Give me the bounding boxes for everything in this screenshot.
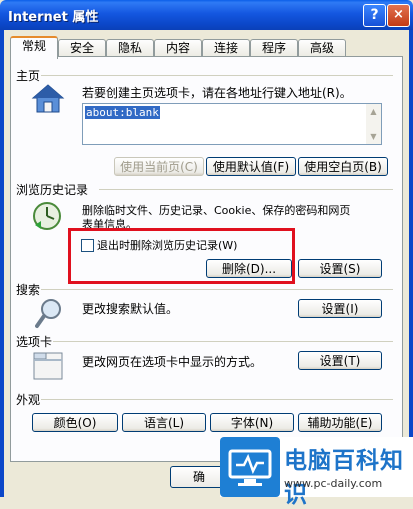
history-clock-icon: [33, 202, 61, 230]
tabs-window-icon: [33, 352, 63, 380]
scroll-up-icon[interactable]: ▲: [368, 106, 379, 117]
tabs-settings-button[interactable]: 设置(T): [298, 351, 382, 370]
history-section-title: 浏览历史记录: [16, 183, 89, 197]
use-blank-button[interactable]: 使用空白页(B): [298, 157, 388, 176]
window-frame-left: [0, 30, 4, 497]
history-settings-button[interactable]: 设置(S): [298, 259, 382, 278]
home-separator: [41, 75, 393, 76]
watermark-name: 电脑百科知识: [284, 448, 404, 508]
colors-button[interactable]: 颜色(O): [32, 413, 118, 432]
home-page-address-box[interactable]: about:blank ▲ ▼: [82, 103, 382, 145]
watermark-url: www.pc-daily.com: [284, 477, 383, 490]
tab-advanced[interactable]: 高级: [298, 39, 346, 57]
search-separator: [41, 289, 393, 290]
tab-general[interactable]: 常规: [10, 36, 58, 59]
highlight-box: [68, 228, 295, 284]
home-box-scrollbar[interactable]: ▲ ▼: [366, 104, 381, 144]
history-separator: [99, 189, 393, 190]
search-section-title: 搜索: [16, 283, 41, 297]
search-settings-button[interactable]: 设置(I): [298, 299, 382, 318]
home-section-title: 主页: [16, 69, 41, 83]
appearance-section-title: 外观: [16, 393, 41, 407]
monitor-logo-icon: [220, 437, 280, 497]
window-title: Internet 属性: [8, 10, 99, 25]
search-description: 更改搜索默认值。: [82, 302, 179, 316]
help-button[interactable]: ?: [363, 4, 386, 27]
home-description: 若要创建主页选项卡，请在各地址行键入地址(R)。: [82, 86, 352, 100]
accessibility-button[interactable]: 辅助功能(E): [298, 413, 382, 432]
tabs-section-title: 选项卡: [16, 335, 53, 349]
tab-programs[interactable]: 程序: [250, 39, 298, 57]
appearance-separator: [41, 399, 393, 400]
window-frame-right: [409, 30, 413, 497]
use-current-button[interactable]: 使用当前页(C): [114, 157, 204, 176]
tabs-separator: [53, 341, 393, 342]
close-button[interactable]: ×: [387, 4, 410, 27]
magnifier-icon: [35, 299, 61, 328]
tabs-description: 更改网页在选项卡中显示的方式。: [82, 355, 263, 369]
scroll-down-icon[interactable]: ▼: [368, 131, 379, 142]
tab-privacy[interactable]: 隐私: [106, 39, 154, 57]
home-icon: [31, 84, 65, 113]
languages-button[interactable]: 语言(L): [122, 413, 206, 432]
title-bar[interactable]: Internet 属性 ? ×: [0, 0, 413, 30]
tab-content[interactable]: 内容: [154, 39, 202, 57]
use-default-button[interactable]: 使用默认值(F): [206, 157, 296, 176]
tab-security[interactable]: 安全: [58, 39, 106, 57]
home-page-address-value[interactable]: about:blank: [85, 106, 160, 119]
fonts-button[interactable]: 字体(N): [210, 413, 294, 432]
tab-connections[interactable]: 连接: [202, 39, 250, 57]
watermark-logo: 电脑百科知识 www.pc-daily.com: [220, 437, 413, 508]
